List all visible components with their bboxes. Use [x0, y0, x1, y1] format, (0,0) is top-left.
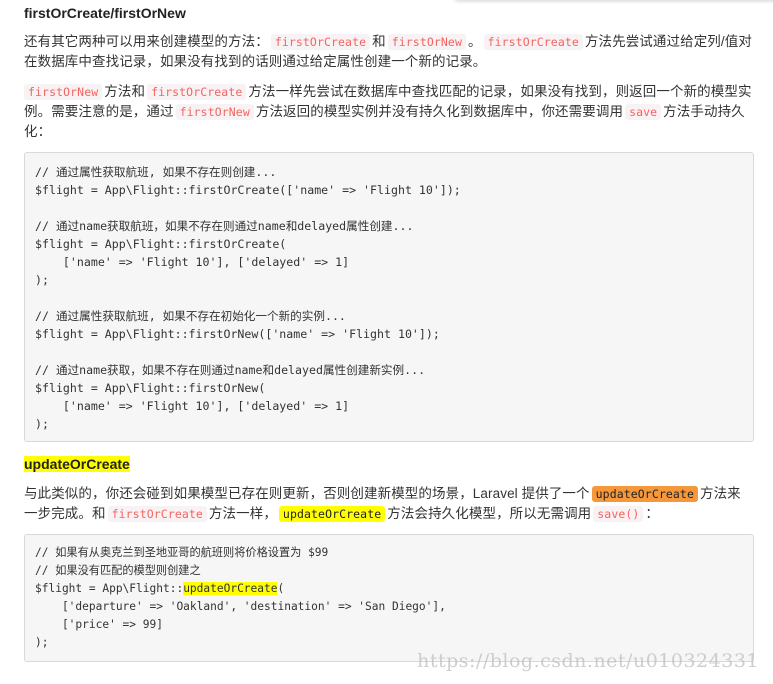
code-line: ); — [35, 417, 49, 431]
code-line: // 通过属性获取航班, 如果不存在初始化一个新的实例... — [35, 309, 346, 323]
code-highlight: updateOrCreate — [183, 582, 278, 595]
inline-code: firstOrCreate — [483, 34, 583, 50]
inline-code-highlighted: updateOrCreate — [278, 506, 386, 522]
text: 方法返回的模型实例并没有持久化到数据库中，你还需要调用 — [255, 104, 624, 119]
code-line: $flight = App\Flight::firstOrNew(['name'… — [35, 327, 440, 341]
code-text: ( — [277, 582, 285, 595]
code-line: ['name' => 'Flight 10'], ['delayed' => 1… — [35, 255, 350, 269]
code-line: // 如果有从奥克兰到圣地亚哥的航班则将价格设置为 $99 — [35, 546, 329, 559]
code-line: ['price' => 99] — [35, 618, 163, 631]
code-line: // 通过name获取航班，如果不存在则通过name和delayed属性创建..… — [35, 219, 414, 233]
highlighted-heading-text: updateOrCreate — [24, 456, 130, 472]
code-line: $flight = App\Flight::firstOrCreate( — [35, 237, 287, 251]
section-heading-firstorcreate: firstOrCreate/firstOrNew — [24, 5, 186, 21]
code-line: // 如果没有匹配的模型则创建之 — [35, 564, 201, 577]
text: ： — [645, 506, 660, 521]
text: 。 — [467, 34, 482, 49]
text: 方法和 — [104, 84, 146, 99]
inline-code: save() — [593, 506, 644, 522]
code-line: ); — [35, 273, 49, 287]
inline-code: firstOrNew — [387, 34, 466, 50]
inline-code: firstOrCreate — [270, 34, 371, 50]
text: 和 — [372, 34, 386, 49]
paragraph-firstornew-desc: firstOrNew 方法和 firstOrCreate 方法一样先尝试在数据库中查找… — [24, 82, 752, 142]
text: 方法一样， — [208, 506, 277, 521]
inline-code: save — [625, 104, 662, 120]
text: 与此类似的，你还会碰到如果模型已存在则更新，否则创建新模型的场景，Laravel… — [24, 486, 590, 501]
code-line: ['departure' => 'Oakland', 'destination'… — [35, 600, 446, 613]
text: 方法会持久化模型，所以无需调用 — [387, 506, 592, 521]
code-line: // 通过name获取，如果不存在则通过name和delayed属性创建新实例.… — [35, 363, 426, 377]
code-line: $flight = App\Flight::updateOrCreate( — [35, 580, 743, 598]
code-block-firstorcreate: // 通过属性获取航班, 如果不存在则创建... $flight = App\Fl… — [24, 152, 754, 442]
inline-code: firstOrNew — [175, 104, 254, 120]
inline-code: firstOrNew — [24, 84, 103, 100]
paragraph-firstorcreate-intro: 还有其它两种可以用来创建模型的方法： firstOrCreate 和 firstOrN… — [24, 32, 752, 72]
inline-code-highlighted: updateOrCreate — [591, 486, 698, 502]
text: 还有其它两种可以用来创建模型的方法： — [24, 34, 269, 49]
inline-code: firstOrCreate — [107, 506, 207, 522]
watermark: https://blog.csdn.net/u010324331 — [417, 650, 759, 672]
code-block-updateorcreate: // 如果有从奥克兰到圣地亚哥的航班则将价格设置为 $99 // 如果没有匹配的模… — [24, 534, 754, 662]
code-line: // 通过属性获取航班, 如果不存在则创建... — [35, 165, 277, 179]
code-line: $flight = App\Flight::firstOrNew( — [35, 381, 266, 395]
code-line: $flight = App\Flight::firstOrCreate(['na… — [35, 183, 461, 197]
paragraph-updateorcreate-desc: 与此类似的，你还会碰到如果模型已存在则更新，否则创建新模型的场景，Laravel… — [24, 484, 752, 524]
code-line: ['name' => 'Flight 10'], ['delayed' => 1… — [35, 399, 350, 413]
section-heading-updateorcreate: updateOrCreate — [24, 455, 130, 473]
inline-code: firstOrCreate — [147, 84, 247, 100]
code-text: $flight = App\Flight:: — [35, 582, 184, 595]
